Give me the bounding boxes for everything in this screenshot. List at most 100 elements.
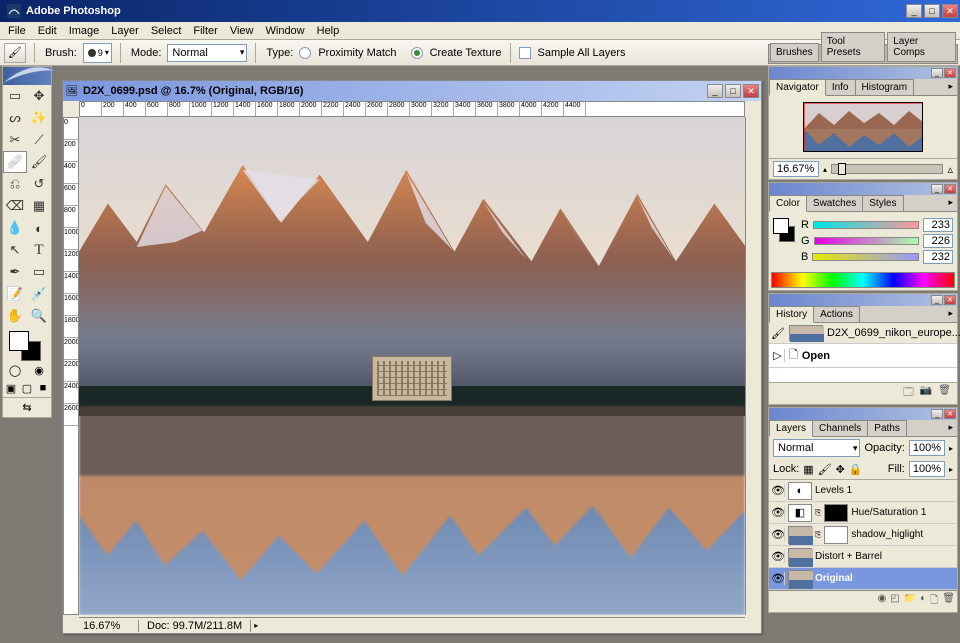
layer-comps-tab[interactable]: Layer Comps: [887, 32, 956, 62]
history-brush-tool[interactable]: ↺: [27, 173, 51, 195]
close-button[interactable]: ✕: [942, 4, 958, 18]
color-min-button[interactable]: _: [931, 184, 943, 194]
hist-min-button[interactable]: _: [931, 295, 943, 305]
color-ramp[interactable]: [771, 272, 955, 288]
paths-tab[interactable]: Paths: [867, 420, 907, 436]
zoom-in-icon[interactable]: ▵: [947, 163, 953, 176]
standard-mode-icon[interactable]: ◯: [3, 361, 27, 379]
layer-row[interactable]: 👁◧⎘Hue/Saturation 1: [769, 502, 957, 524]
sample-checkbox[interactable]: [519, 47, 531, 59]
hist-menu-icon[interactable]: ▸: [944, 306, 957, 322]
path-tool[interactable]: ↖: [3, 239, 27, 261]
shape-tool[interactable]: ▭: [27, 261, 51, 283]
new-doc-from-state-icon[interactable]: 🗔: [903, 385, 914, 402]
zoom-out-icon[interactable]: ▴: [823, 165, 827, 174]
hand-tool[interactable]: ✋: [3, 305, 27, 327]
foreground-color[interactable]: [9, 331, 29, 351]
layer-row[interactable]: 👁◐Levels 1: [769, 480, 957, 502]
menu-view[interactable]: View: [224, 23, 260, 39]
gradient-tool[interactable]: ▦: [27, 195, 51, 217]
zoom-field[interactable]: 16.67%: [79, 620, 139, 632]
doc-close-button[interactable]: ✕: [743, 84, 759, 98]
hist-close-button[interactable]: ✕: [944, 295, 956, 305]
pen-tool[interactable]: ✒: [3, 261, 27, 283]
color-tab[interactable]: Color: [769, 195, 807, 212]
brushes-tab[interactable]: Brushes: [770, 43, 819, 62]
navigator-preview[interactable]: [803, 102, 923, 152]
layer-row[interactable]: 👁Distort + Barrel: [769, 546, 957, 568]
styles-tab[interactable]: Styles: [862, 195, 903, 211]
dodge-tool[interactable]: ◐: [27, 217, 51, 239]
eraser-tool[interactable]: ⌫: [3, 195, 27, 217]
snapshot-item[interactable]: 🖌 D2X_0699_nikon_europe....: [769, 323, 957, 344]
slice-tool[interactable]: ⟋: [27, 129, 51, 151]
layer-row[interactable]: 👁⎘shadow_higlight: [769, 524, 957, 546]
doc-minimize-button[interactable]: _: [707, 84, 723, 98]
visibility-icon[interactable]: 👁: [771, 506, 785, 519]
color-fg-bg-swatch[interactable]: [773, 216, 797, 258]
menu-select[interactable]: Select: [145, 23, 188, 39]
visibility-icon[interactable]: 👁: [771, 550, 785, 563]
move-tool[interactable]: ✥: [27, 85, 51, 107]
fill-field[interactable]: 100%: [909, 461, 945, 477]
delete-layer-icon[interactable]: 🗑: [942, 593, 955, 610]
color-swatch[interactable]: [3, 327, 51, 361]
menu-layer[interactable]: Layer: [105, 23, 145, 39]
delete-state-icon[interactable]: 🗑: [938, 385, 951, 402]
vertical-ruler[interactable]: 0200400600800100012001400160018002000220…: [63, 117, 79, 615]
imageready-icon[interactable]: ⇆: [3, 398, 51, 417]
nav-min-button[interactable]: _: [931, 68, 943, 78]
notes-tool[interactable]: 📝: [3, 283, 27, 305]
healing-tool[interactable]: 🩹: [3, 151, 27, 173]
type-tool[interactable]: T: [27, 239, 51, 261]
histogram-tab[interactable]: Histogram: [855, 79, 915, 95]
layer-style-icon[interactable]: ◉: [878, 593, 887, 610]
lock-position-icon[interactable]: ✥: [836, 463, 845, 476]
color-menu-icon[interactable]: ▸: [944, 195, 957, 211]
tool-presets-tab[interactable]: Tool Presets: [821, 32, 886, 62]
tool-preset-picker[interactable]: 🖌: [4, 43, 26, 63]
proximity-radio[interactable]: [299, 47, 311, 59]
new-snapshot-icon[interactable]: 📷: [920, 385, 932, 402]
lock-pixels-icon[interactable]: 🖌: [818, 463, 832, 476]
horizontal-ruler[interactable]: 0200400600800100012001400160018002000220…: [79, 101, 745, 117]
layer-row[interactable]: 👁Original: [769, 568, 957, 590]
lock-all-icon[interactable]: 🔒: [849, 463, 863, 476]
zoom-tool[interactable]: 🔍: [27, 305, 51, 327]
color-slider-r[interactable]: R233: [801, 218, 953, 232]
screen-full-icon[interactable]: ■: [35, 379, 51, 397]
layers-menu-icon[interactable]: ▸: [944, 420, 957, 436]
blend-mode-select[interactable]: Normal: [773, 439, 860, 457]
menu-edit[interactable]: Edit: [32, 23, 63, 39]
wand-tool[interactable]: ✨: [27, 107, 51, 129]
texture-radio[interactable]: [411, 47, 423, 59]
actions-tab[interactable]: Actions: [813, 306, 860, 322]
doc-size-info[interactable]: Doc: 99.7M/211.8M: [139, 620, 251, 632]
info-tab[interactable]: Info: [825, 79, 856, 95]
layer-mask-icon[interactable]: ◰: [890, 593, 899, 610]
quickmask-mode-icon[interactable]: ◉: [27, 361, 51, 379]
navigator-tab[interactable]: Navigator: [769, 79, 826, 96]
stamp-tool[interactable]: ⎌: [3, 173, 27, 195]
menu-image[interactable]: Image: [63, 23, 106, 39]
layers-min-button[interactable]: _: [931, 409, 943, 419]
channels-tab[interactable]: Channels: [812, 420, 868, 436]
image-canvas[interactable]: [79, 117, 745, 615]
screen-standard-icon[interactable]: ▣: [3, 379, 19, 397]
swatches-tab[interactable]: Swatches: [806, 195, 863, 211]
color-slider-g[interactable]: G226: [801, 234, 953, 248]
blur-tool[interactable]: 💧: [3, 217, 27, 239]
history-brush-source-icon[interactable]: 🖌: [771, 327, 785, 340]
lasso-tool[interactable]: ᔕ: [3, 107, 27, 129]
new-adjustment-icon[interactable]: ◐: [920, 593, 926, 610]
doc-maximize-button[interactable]: □: [725, 84, 741, 98]
nav-menu-icon[interactable]: ▸: [944, 79, 957, 95]
canvas-viewport[interactable]: [79, 117, 745, 615]
visibility-icon[interactable]: 👁: [771, 572, 785, 585]
screen-full-menu-icon[interactable]: ▢: [19, 379, 35, 397]
nav-close-button[interactable]: ✕: [944, 68, 956, 78]
mode-select[interactable]: Normal: [167, 44, 247, 62]
brush-tool[interactable]: 🖌: [27, 151, 51, 173]
crop-tool[interactable]: ✂: [3, 129, 27, 151]
nav-zoom-slider[interactable]: [831, 164, 943, 174]
